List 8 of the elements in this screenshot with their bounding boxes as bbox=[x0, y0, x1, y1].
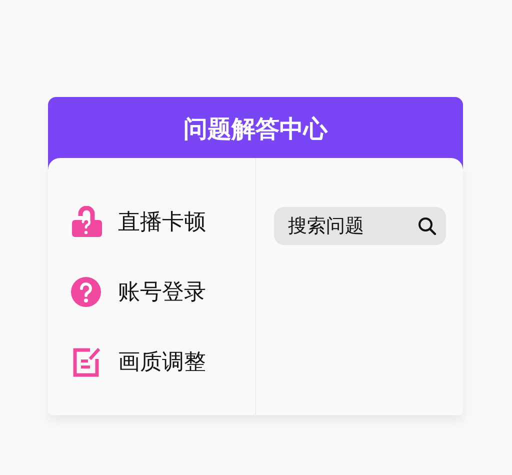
topic-link[interactable]: 直播卡顿 bbox=[118, 207, 206, 237]
lock-icon bbox=[70, 206, 102, 238]
search-icon[interactable] bbox=[418, 217, 436, 235]
topic-link[interactable]: 账号登录 bbox=[118, 277, 206, 307]
topic-link[interactable]: 画质调整 bbox=[118, 347, 206, 377]
search-field[interactable]: 搜索问题 bbox=[274, 207, 446, 245]
header-title: 问题解答中心 bbox=[184, 114, 328, 145]
question-icon bbox=[70, 276, 102, 308]
